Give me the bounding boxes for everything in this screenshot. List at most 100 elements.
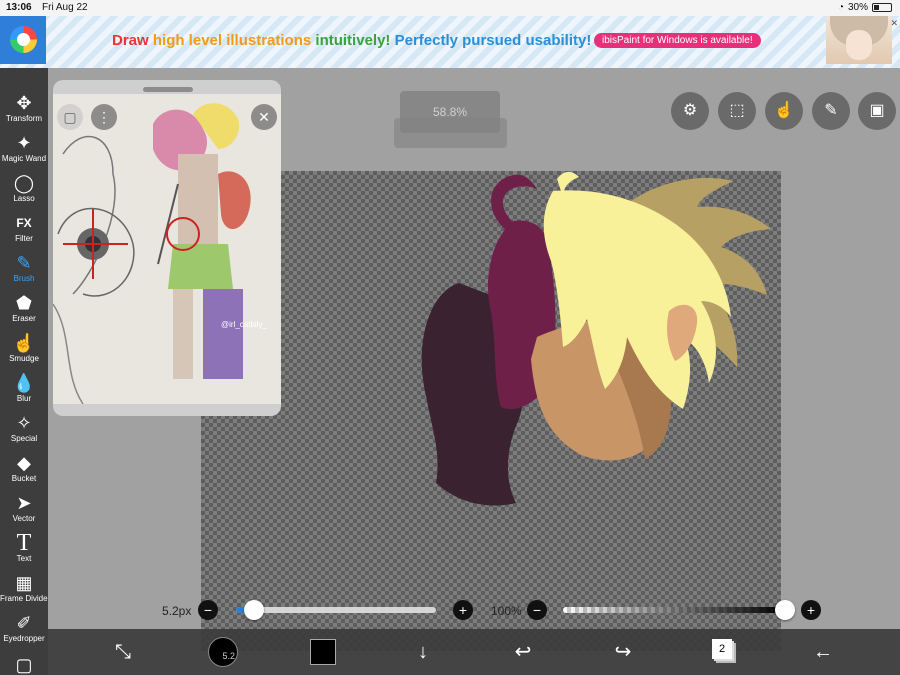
tool-lasso[interactable]: ◯ Lasso: [0, 170, 48, 210]
filter-fx-icon: FX: [16, 216, 32, 230]
tool-brush[interactable]: ✎ Brush: [0, 250, 48, 290]
reference-copy-button[interactable]: ▢: [57, 104, 83, 130]
tool-label: Filter: [15, 234, 33, 243]
tool-label: Eraser: [12, 314, 36, 323]
opacity-increase-button[interactable]: +: [801, 600, 821, 620]
ruler-icon: ✎: [824, 102, 838, 119]
tool-vector[interactable]: ➤ Vector: [0, 490, 48, 530]
eyedropper-icon: ✐: [16, 613, 32, 633]
back-button[interactable]: ←: [808, 639, 838, 667]
tool-label: Transform: [5, 114, 43, 123]
brush-size-decrease-button[interactable]: −: [198, 600, 218, 620]
canvas-frame-icon: ▢: [15, 655, 33, 675]
layers-button[interactable]: 2: [712, 639, 732, 659]
brush-size-thumb[interactable]: [244, 600, 264, 620]
reference-image-button[interactable]: ▣: [858, 92, 896, 130]
special-icon: ✧: [16, 413, 32, 433]
tool-eraser[interactable]: ⬟ Eraser: [0, 290, 48, 330]
reference-image[interactable]: @irl_catbily_: [53, 94, 281, 405]
ruler-button[interactable]: ✎: [812, 92, 850, 130]
swap-tools-button[interactable]: ⤡: [108, 639, 138, 667]
more-vertical-icon: ⋮: [97, 109, 111, 125]
drag-handle[interactable]: [143, 87, 193, 92]
tool-label: Frame Divider: [0, 594, 51, 603]
tool-frame-divider[interactable]: ▦ Frame Divider: [0, 570, 51, 610]
tool-smudge[interactable]: ☝ Smudge: [0, 330, 48, 370]
status-right: ◔ 30%: [838, 2, 892, 13]
ad-word-2: high level illustrations: [152, 32, 312, 49]
brush-size-increase-button[interactable]: +: [453, 600, 473, 620]
arrow-left-icon: ←: [813, 641, 833, 663]
touch-gesture-button[interactable]: ☝: [765, 92, 803, 130]
close-icon: ✕: [258, 109, 270, 125]
tool-filter[interactable]: FX Filter: [0, 210, 48, 250]
tool-bucket[interactable]: ◆ Bucket: [0, 450, 48, 490]
brush-size-label: 5.2px: [162, 604, 192, 618]
opacity-decrease-button[interactable]: −: [527, 600, 547, 620]
minus-icon: −: [532, 602, 542, 618]
eraser-icon: ⬟: [16, 293, 32, 313]
tool-canvas[interactable]: ▢: [0, 652, 48, 675]
ad-banner[interactable]: Draw high level illustrations intuitivel…: [0, 16, 900, 68]
tool-text[interactable]: T Text: [0, 530, 48, 570]
undo-icon: ↩: [514, 641, 532, 663]
brush-icon: ✎: [16, 253, 32, 273]
reference-sketch: [53, 94, 281, 405]
arrow-down-icon: ↓: [418, 641, 428, 663]
tool-special[interactable]: ✧ Special: [0, 410, 48, 450]
plus-icon: +: [458, 602, 468, 618]
tool-blur[interactable]: 💧 Blur: [0, 370, 48, 410]
bucket-icon: ◆: [17, 453, 31, 473]
brush-size-slider[interactable]: [236, 607, 436, 613]
battery-icon: [872, 3, 892, 12]
undo-button[interactable]: ↩: [508, 639, 538, 667]
tool-label: Magic Wand: [1, 154, 47, 163]
tool-label: Text: [16, 554, 32, 563]
status-time: 13:06: [6, 2, 32, 13]
tool-transform[interactable]: ✥ Transform: [0, 90, 48, 130]
opacity-slider[interactable]: [563, 607, 785, 613]
reference-menu-button[interactable]: ⋮: [91, 104, 117, 130]
drawing-canvas[interactable]: [201, 171, 781, 651]
ad-portrait-image[interactable]: [826, 16, 892, 64]
tool-magic-wand[interactable]: ✦ Magic Wand: [0, 130, 48, 170]
color-swatch-button[interactable]: [310, 639, 336, 665]
redo-button[interactable]: ↪: [608, 639, 638, 667]
reference-watermark: @irl_catbily_: [221, 320, 267, 329]
tool-eyedropper[interactable]: ✐ Eyedropper: [0, 610, 48, 650]
square-icon: ▢: [63, 109, 77, 125]
opacity-thumb[interactable]: [775, 600, 795, 620]
ad-word-1: Draw: [112, 32, 149, 49]
ad-headline[interactable]: Draw high level illustrations intuitivel…: [112, 32, 591, 49]
redo-icon: ↪: [614, 641, 632, 663]
reference-close-button[interactable]: ✕: [251, 104, 277, 130]
smudge-icon: ☝: [12, 333, 36, 353]
toggle-settings-button[interactable]: ⚙: [671, 92, 709, 130]
ibispaint-logo-icon[interactable]: [0, 16, 46, 64]
opacity-label: 100%: [491, 604, 522, 618]
ad-pill[interactable]: ibisPaint for Windows is available!: [594, 33, 761, 48]
tool-label: Blur: [16, 394, 32, 403]
artwork: [421, 171, 771, 506]
tool-palette: ✥ Transform ✦ Magic Wand ◯ Lasso FX Filt…: [0, 68, 51, 675]
magic-wand-icon: ✦: [16, 133, 32, 153]
reference-window[interactable]: @irl_catbily_ ▢ ⋮ ✕: [53, 80, 281, 416]
tool-label: Brush: [13, 274, 35, 283]
lasso-icon: ◯: [13, 173, 35, 193]
tool-label: Lasso: [13, 194, 35, 203]
tool-label: Bucket: [11, 474, 37, 483]
tool-label: Eyedropper: [3, 634, 45, 643]
status-date: Fri Aug 22: [42, 2, 88, 13]
ear-shape: [667, 304, 698, 361]
blur-drop-icon: 💧: [12, 373, 36, 393]
selection-button[interactable]: ⬚: [718, 92, 756, 130]
plus-icon: +: [806, 602, 816, 618]
toggle-icon: ⚙: [682, 102, 698, 119]
brush-preview-button[interactable]: 5.2: [208, 637, 238, 667]
ad-word-3: intuitively!: [315, 32, 391, 49]
down-arrow-button[interactable]: ↓: [408, 639, 438, 667]
ad-info-icon[interactable]: ✕: [890, 18, 898, 29]
ad-word-4: Perfectly pursued usability!: [394, 32, 592, 49]
tool-label: Vector: [12, 514, 36, 523]
status-bar: 13:06 Fri Aug 22 ◔ 30%: [0, 0, 900, 16]
